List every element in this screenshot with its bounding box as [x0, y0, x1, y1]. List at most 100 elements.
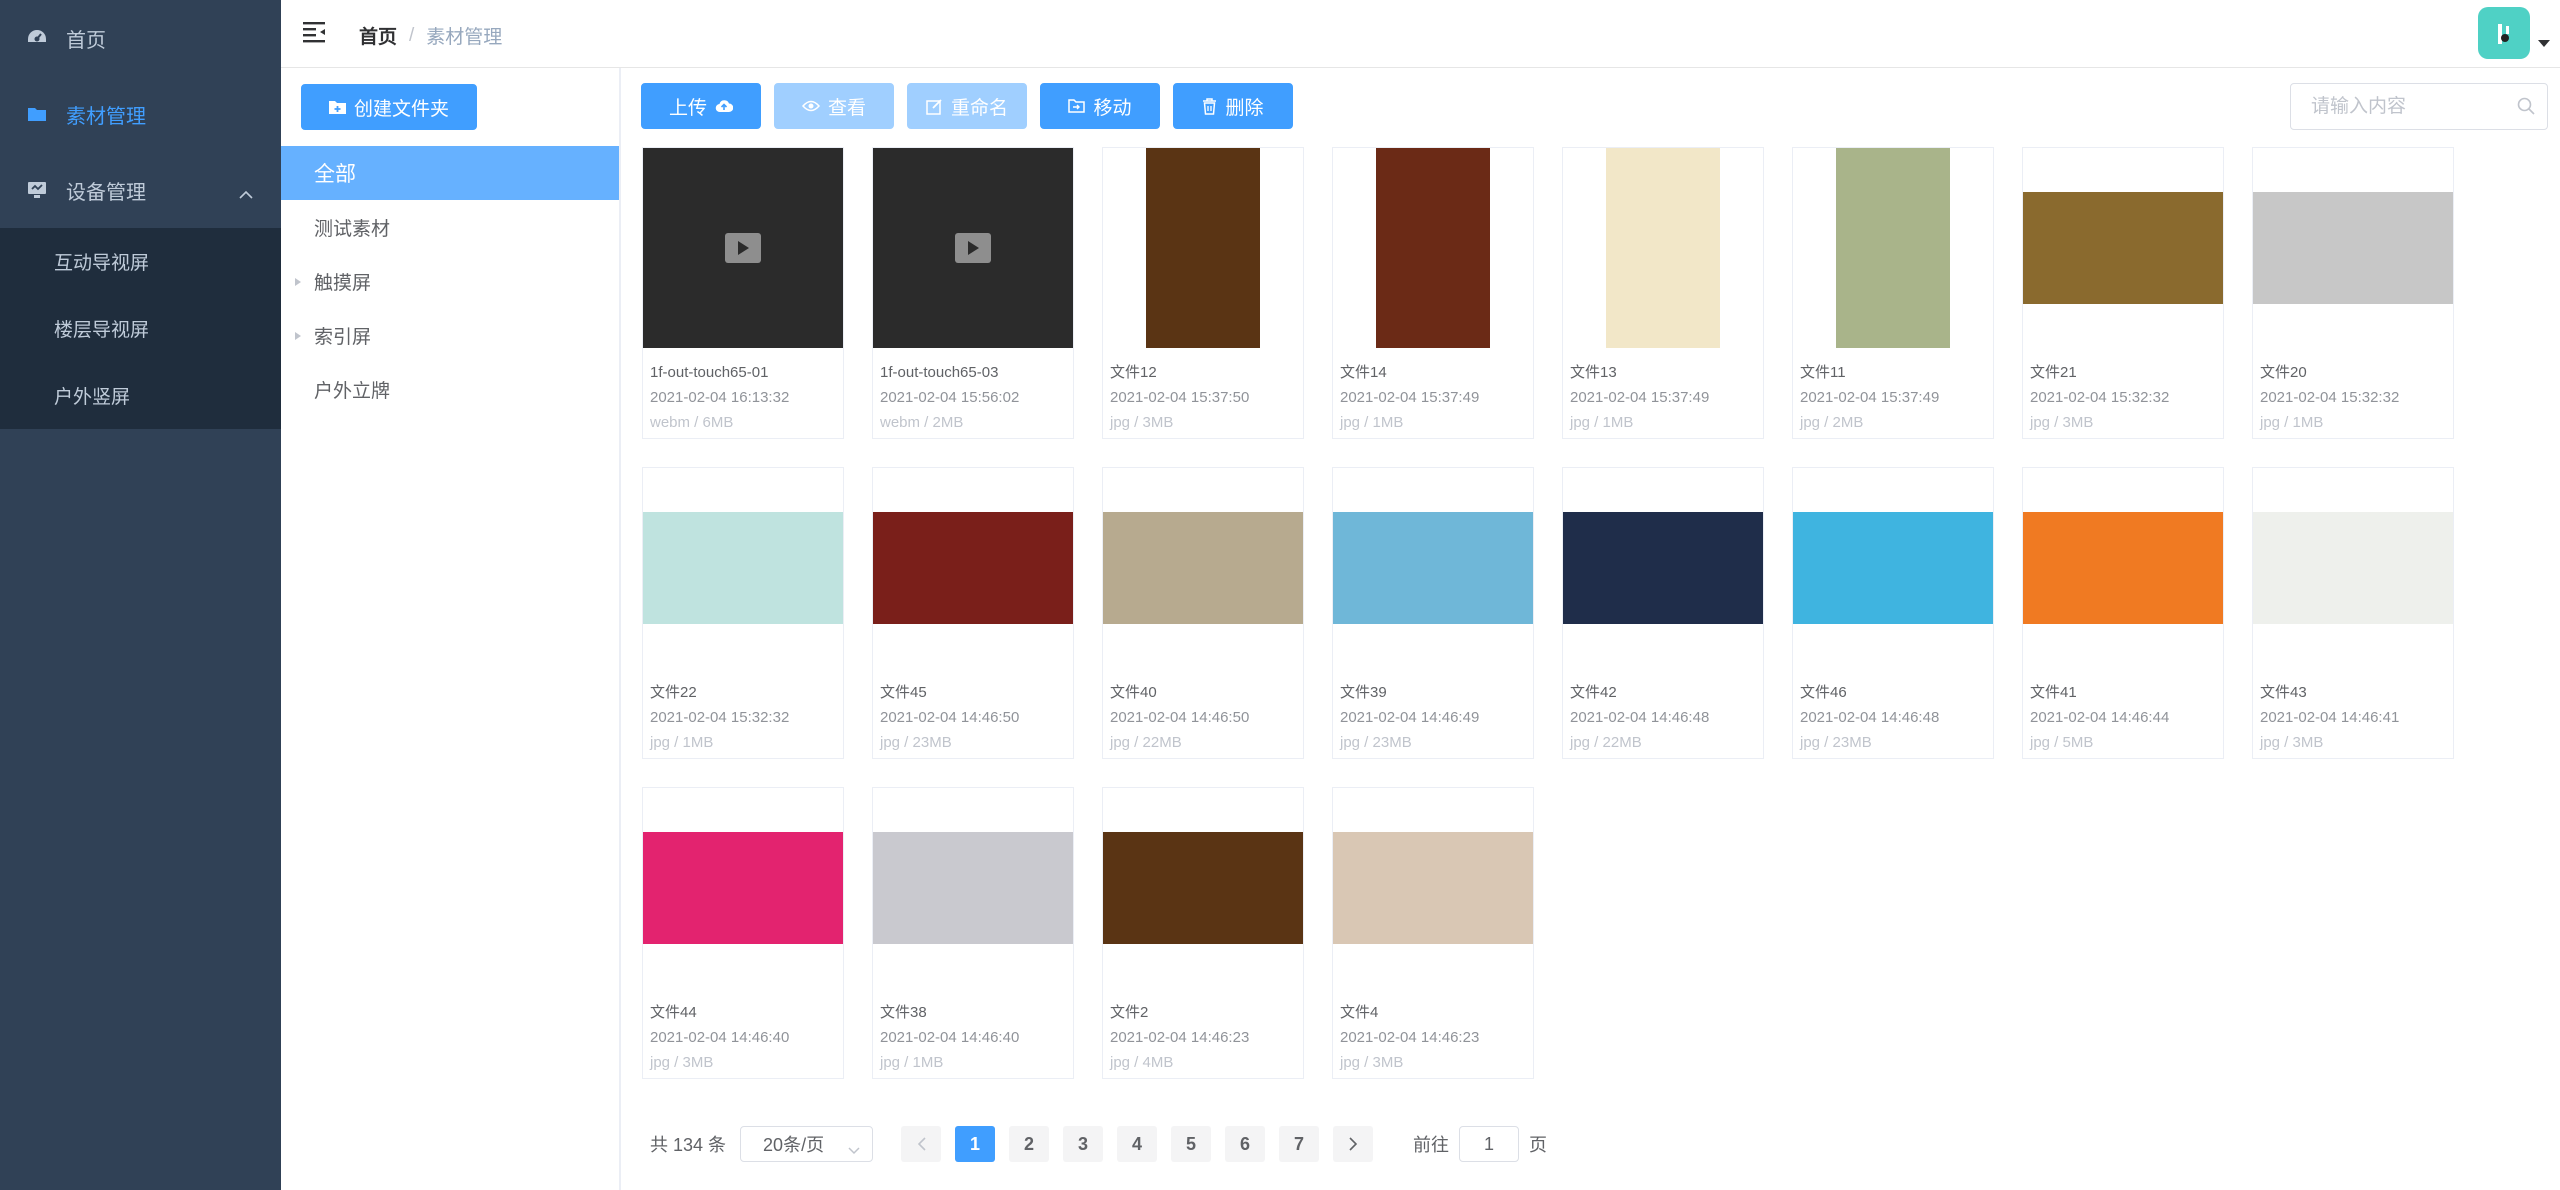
file-card[interactable]: 文件2 2021-02-04 14:46:23 jpg / 4MB	[1102, 787, 1304, 1079]
folder-move-icon	[1068, 99, 1086, 113]
file-name: 文件39	[1340, 684, 1387, 701]
page-number-button[interactable]: 3	[1063, 1126, 1104, 1162]
file-card[interactable]: 文件46 2021-02-04 14:46:48 jpg / 23MB	[1792, 467, 1994, 759]
file-time: 2021-02-04 14:46:23	[1340, 1029, 1480, 1046]
page-number-button[interactable]: 5	[1171, 1126, 1212, 1162]
next-page-button[interactable]	[1333, 1126, 1374, 1162]
rename-button[interactable]: 重命名	[907, 83, 1027, 129]
page-size-select[interactable]: 20条/页	[740, 1126, 874, 1162]
file-name: 文件14	[1340, 364, 1387, 381]
thumbnail-image	[1333, 832, 1533, 944]
tree-item-all[interactable]: 全部	[281, 146, 619, 200]
play-icon	[955, 233, 991, 263]
thumbnail-image	[2253, 512, 2453, 624]
upload-button[interactable]: 上传	[641, 83, 761, 129]
file-card[interactable]: 1f-out-touch65-01 2021-02-04 16:13:32 webm…	[642, 147, 844, 439]
file-card[interactable]: 文件21 2021-02-04 15:32:32 jpg / 3MB	[2022, 147, 2224, 439]
file-name: 文件45	[880, 684, 927, 701]
sub-item-floor-screen[interactable]: 楼层导视屏	[0, 295, 281, 362]
tree-item-label: 索引屏	[314, 326, 372, 348]
file-size: jpg / 4MB	[1110, 1054, 1174, 1071]
file-meta: 文件12 2021-02-04 15:37:50 jpg / 3MB	[1103, 348, 1303, 432]
nav-item-materials[interactable]: 素材管理	[0, 76, 281, 152]
file-size: jpg / 2MB	[1800, 414, 1864, 431]
file-name: 文件46	[1800, 684, 1847, 701]
view-button[interactable]: 查看	[774, 83, 894, 129]
page-number-button[interactable]: 1	[955, 1126, 996, 1162]
file-size: jpg / 3MB	[2260, 734, 2324, 751]
thumbnail-image	[643, 832, 843, 944]
file-card[interactable]: 文件4 2021-02-04 14:46:23 jpg / 3MB	[1332, 787, 1534, 1079]
file-card[interactable]: 文件22 2021-02-04 15:32:32 jpg / 1MB	[642, 467, 844, 759]
file-card[interactable]: 文件11 2021-02-04 15:37:49 jpg / 2MB	[1792, 147, 1994, 439]
nav-item-home[interactable]: 首页	[0, 0, 281, 76]
folder-icon	[26, 103, 48, 125]
page-number-button[interactable]: 4	[1117, 1126, 1158, 1162]
file-card[interactable]: 文件38 2021-02-04 14:46:40 jpg / 1MB	[872, 787, 1074, 1079]
sub-item-label: 互动导视屏	[54, 253, 150, 274]
nav-item-devices[interactable]: 设备管理	[0, 152, 281, 228]
sub-item-outdoor-screen[interactable]: 户外竖屏	[0, 362, 281, 429]
file-meta: 文件42 2021-02-04 14:46:48 jpg / 22MB	[1563, 668, 1763, 752]
file-card[interactable]: 文件14 2021-02-04 15:37:49 jpg / 1MB	[1332, 147, 1534, 439]
breadcrumb-home[interactable]: 首页	[359, 22, 397, 49]
file-time: 2021-02-04 14:46:40	[880, 1029, 1020, 1046]
file-card[interactable]: 文件43 2021-02-04 14:46:41 jpg / 3MB	[2252, 467, 2454, 759]
avatar[interactable]	[2478, 7, 2530, 59]
file-card[interactable]: 文件41 2021-02-04 14:46:44 jpg / 5MB	[2022, 467, 2224, 759]
toolbar: 上传 查看 重命名 移动 删除	[641, 83, 1293, 130]
tree-item-test[interactable]: 测试素材	[281, 200, 619, 254]
move-button[interactable]: 移动	[1040, 83, 1160, 129]
file-thumbnail	[2023, 148, 2223, 348]
tree-item-index[interactable]: 索引屏	[281, 308, 619, 362]
file-name: 文件21	[2030, 364, 2077, 381]
file-meta: 文件2 2021-02-04 14:46:23 jpg / 4MB	[1103, 988, 1303, 1072]
search-icon[interactable]	[2517, 97, 2535, 120]
file-card[interactable]: 文件13 2021-02-04 15:37:49 jpg / 1MB	[1562, 147, 1764, 439]
file-name: 文件11	[1800, 364, 1846, 381]
file-meta: 文件38 2021-02-04 14:46:40 jpg / 1MB	[873, 988, 1073, 1072]
file-card[interactable]: 文件12 2021-02-04 15:37:50 jpg / 3MB	[1102, 147, 1304, 439]
page-number-button[interactable]: 6	[1225, 1126, 1266, 1162]
page-number-button[interactable]: 7	[1279, 1126, 1320, 1162]
thumbnail-image	[2023, 512, 2223, 624]
delete-button[interactable]: 删除	[1173, 83, 1293, 129]
file-time: 2021-02-04 14:46:50	[1110, 709, 1250, 726]
thumbnail-image	[873, 832, 1073, 944]
file-name: 文件22	[650, 684, 697, 701]
thumbnail-image	[1563, 512, 1763, 624]
page-number-button[interactable]: 2	[1009, 1126, 1050, 1162]
file-card[interactable]: 文件44 2021-02-04 14:46:40 jpg / 3MB	[642, 787, 844, 1079]
file-card[interactable]: 文件39 2021-02-04 14:46:49 jpg / 23MB	[1332, 467, 1534, 759]
file-card[interactable]: 1f-out-touch65-03 2021-02-04 15:56:02 webm…	[872, 147, 1074, 439]
file-time: 2021-02-04 15:37:49	[1800, 389, 1940, 406]
file-time: 2021-02-04 14:46:44	[2030, 709, 2170, 726]
caret-right-icon[interactable]	[295, 278, 301, 286]
file-meta: 文件13 2021-02-04 15:37:49 jpg / 1MB	[1563, 348, 1763, 432]
hamburger-icon[interactable]	[303, 21, 329, 45]
tree-item-outdoor[interactable]: 户外立牌	[281, 362, 619, 416]
file-time: 2021-02-04 15:37:49	[1340, 389, 1480, 406]
dashboard-icon	[26, 27, 48, 49]
file-size: jpg / 22MB	[1570, 734, 1642, 751]
tree-item-label: 测试素材	[314, 218, 391, 240]
prev-page-button[interactable]	[901, 1126, 942, 1162]
tree-item-touch[interactable]: 触摸屏	[281, 254, 619, 308]
file-card[interactable]: 文件20 2021-02-04 15:32:32 jpg / 1MB	[2252, 147, 2454, 439]
file-card[interactable]: 文件45 2021-02-04 14:46:50 jpg / 23MB	[872, 467, 1074, 759]
file-meta: 文件4 2021-02-04 14:46:23 jpg / 3MB	[1333, 988, 1533, 1072]
file-thumbnail	[2253, 468, 2453, 668]
search-input[interactable]	[2291, 84, 2511, 129]
file-card[interactable]: 文件40 2021-02-04 14:46:50 jpg / 22MB	[1102, 467, 1304, 759]
file-card[interactable]: 文件42 2021-02-04 14:46:48 jpg / 22MB	[1562, 467, 1764, 759]
breadcrumb-separator: /	[409, 24, 415, 46]
sub-item-label: 户外竖屏	[54, 387, 131, 408]
create-folder-button[interactable]: 创建文件夹	[301, 84, 477, 130]
caret-down-icon[interactable]	[2538, 40, 2550, 47]
sub-item-interactive-screen[interactable]: 互动导视屏	[0, 228, 281, 295]
view-label: 查看	[827, 97, 866, 119]
caret-right-icon[interactable]	[295, 332, 301, 340]
file-name: 文件13	[1570, 364, 1617, 381]
thumbnail-image	[1606, 148, 1720, 348]
goto-input[interactable]	[1459, 1126, 1520, 1162]
